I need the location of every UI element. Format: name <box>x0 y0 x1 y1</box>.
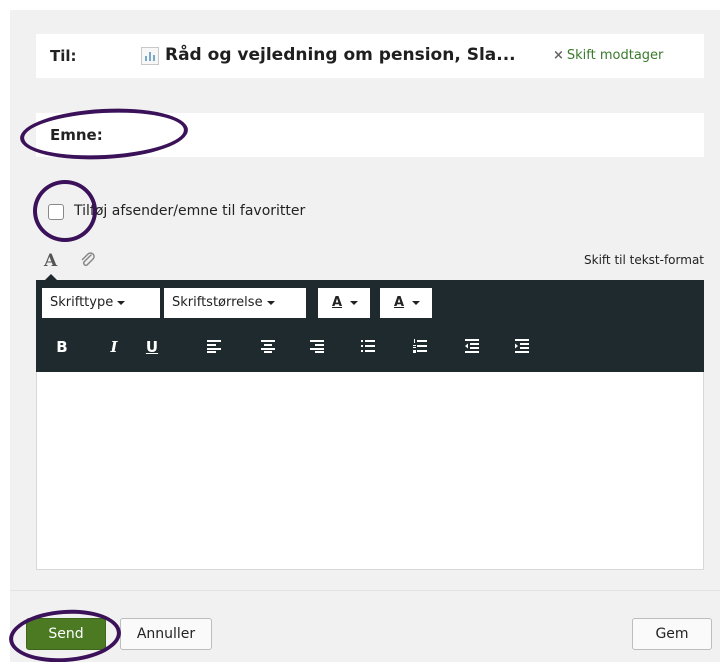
outdent-button[interactable] <box>460 335 484 359</box>
font-size-dropdown[interactable]: Skriftstørrelse <box>164 288 306 318</box>
outdent-icon <box>465 339 479 353</box>
format-icon[interactable]: A <box>44 251 57 271</box>
editor-toolbar: Skrifttype Skriftstørrelse A A B I U <box>36 280 704 372</box>
font-family-label: Skrifttype <box>50 295 114 310</box>
send-button[interactable]: Send <box>26 618 106 650</box>
recipient-label: Til: <box>50 47 77 65</box>
recipient-value: Råd og vejledning om pension, Sla... <box>165 45 516 65</box>
font-family-dropdown[interactable]: Skrifttype <box>42 288 160 318</box>
save-button[interactable]: Gem <box>632 618 712 650</box>
align-center-button[interactable] <box>256 335 280 359</box>
align-left-button[interactable] <box>202 335 226 359</box>
italic-button[interactable]: I <box>102 335 126 359</box>
close-icon: × <box>553 48 564 63</box>
indent-button[interactable] <box>510 335 534 359</box>
align-left-icon <box>207 340 221 353</box>
align-center-icon <box>261 340 275 353</box>
background-color-icon: A <box>394 295 405 310</box>
numbered-list-icon <box>413 339 427 353</box>
underline-button[interactable]: U <box>140 335 164 359</box>
recipient-row: Til: Råd og vejledning om pension, Sla..… <box>36 34 704 78</box>
text-color-dropdown[interactable]: A <box>318 288 370 318</box>
text-color-icon: A <box>332 295 343 310</box>
paperclip-icon[interactable] <box>79 251 97 269</box>
subject-label: Emne: <box>50 126 103 144</box>
bullet-list-icon <box>361 340 375 352</box>
change-recipient-link[interactable]: × Skift modtager <box>553 48 663 63</box>
font-size-label: Skriftstørrelse <box>172 295 263 310</box>
cancel-button[interactable]: Annuller <box>120 618 212 650</box>
chevron-down-icon <box>350 300 359 305</box>
bold-button[interactable]: B <box>50 335 74 359</box>
background-color-dropdown[interactable]: A <box>380 288 432 318</box>
footer-divider <box>10 590 720 591</box>
message-editor[interactable] <box>36 372 704 570</box>
subject-row: Emne: <box>36 113 704 157</box>
favorite-checkbox[interactable] <box>48 204 64 220</box>
favorite-label: Tilføj afsender/emne til favoritter <box>74 203 306 219</box>
chevron-down-icon <box>412 300 421 305</box>
align-right-icon <box>310 340 324 353</box>
chevron-down-icon <box>266 300 275 305</box>
subject-input[interactable] <box>126 119 696 151</box>
chevron-down-icon <box>117 300 126 305</box>
bullet-list-button[interactable] <box>356 335 380 359</box>
indent-icon <box>515 339 529 353</box>
switch-text-format-link[interactable]: Skift til tekst-format <box>584 253 704 267</box>
numbered-list-button[interactable] <box>408 335 432 359</box>
change-recipient-label: Skift modtager <box>566 48 664 63</box>
group-icon <box>141 47 159 65</box>
align-right-button[interactable] <box>305 335 329 359</box>
